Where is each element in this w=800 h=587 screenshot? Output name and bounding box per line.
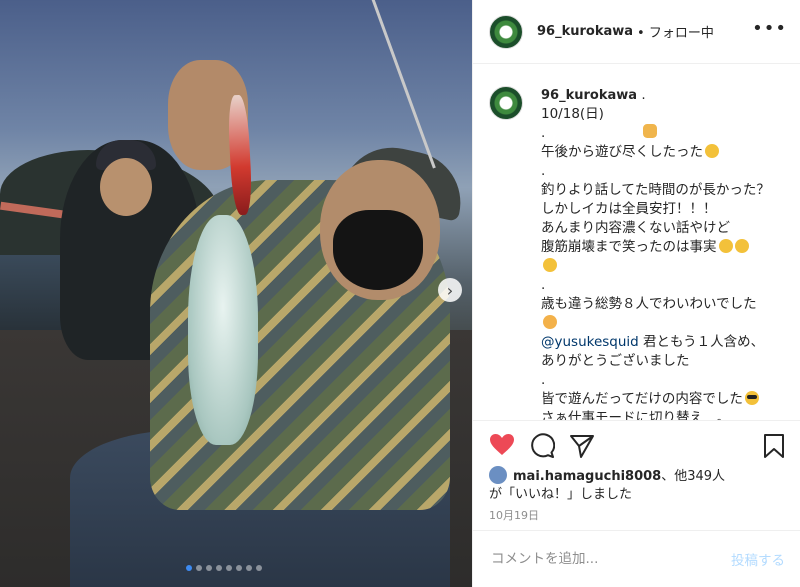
bookmark-icon[interactable] bbox=[763, 433, 785, 463]
caption-line: あんまり内容濃くない話やけど bbox=[541, 220, 730, 236]
caption-line: . bbox=[541, 163, 546, 179]
post-header: 96_kurokawa • フォロー中 ••• bbox=[473, 0, 800, 64]
caption-line: 皆で遊んだってだけの内容でした bbox=[541, 390, 771, 409]
carousel-dot bbox=[206, 565, 212, 571]
caption-line: 午後から遊び尽くしたった bbox=[541, 143, 771, 162]
caption-line: しかしイカは全員安打！！！ bbox=[541, 201, 717, 217]
liker-avatar[interactable] bbox=[489, 466, 507, 484]
post-side-panel: 96_kurokawa • フォロー中 ••• 96_kurokawa . 10… bbox=[472, 0, 800, 587]
likes-summary: mai.hamaguchi8008、他349人 が「いいね！」しました bbox=[489, 466, 725, 504]
carousel-dot bbox=[246, 565, 252, 571]
squid bbox=[188, 215, 258, 445]
comment-box: 投稿する bbox=[473, 530, 800, 587]
carousel-dot bbox=[186, 565, 192, 571]
clap-emoji-icon bbox=[643, 124, 657, 138]
grin-emoji-icon bbox=[705, 144, 719, 158]
post-photo: › bbox=[0, 0, 472, 587]
carousel-dot bbox=[216, 565, 222, 571]
carousel-dot bbox=[196, 565, 202, 571]
avatar[interactable] bbox=[489, 14, 523, 49]
caption-username[interactable]: 96_kurokawa bbox=[541, 88, 637, 103]
mention-link[interactable]: @yusukesquid bbox=[541, 334, 639, 350]
send-icon[interactable] bbox=[569, 433, 595, 463]
carousel-dot bbox=[226, 565, 232, 571]
caption-line: @yusukesquid 君ともう１人含め、 bbox=[541, 334, 765, 350]
person-left-face bbox=[100, 158, 152, 216]
carousel-dot bbox=[256, 565, 262, 571]
caption-line: さぁ仕事モードに切り替え…。 bbox=[541, 410, 730, 420]
rofl-emoji-icon bbox=[734, 239, 749, 253]
header-username[interactable]: 96_kurokawa bbox=[537, 24, 633, 39]
caption-line: . bbox=[541, 277, 546, 293]
fishing-rod bbox=[368, 0, 436, 169]
post-comment-button[interactable]: 投稿する bbox=[731, 549, 785, 569]
carousel-next-button[interactable]: › bbox=[438, 278, 462, 302]
caption-date: 10/18(日) bbox=[541, 106, 604, 122]
follow-status[interactable]: • フォロー中 bbox=[637, 22, 714, 41]
comment-icon[interactable] bbox=[529, 433, 556, 463]
likes-others[interactable]: 、他349人 bbox=[661, 469, 725, 484]
caption-avatar[interactable] bbox=[489, 86, 523, 120]
rofl-emoji-icon bbox=[543, 258, 557, 272]
caption-line: ありがとうございました bbox=[541, 124, 771, 371]
caption-area: 96_kurokawa . 10/18(日) . 午後から遊び尽くしたった . … bbox=[473, 64, 800, 420]
heart-filled-icon[interactable] bbox=[489, 433, 515, 461]
caption-line: . bbox=[541, 372, 546, 388]
face-mask bbox=[333, 210, 423, 290]
more-horizontal-icon[interactable]: ••• bbox=[752, 18, 787, 39]
caption-line: 歳も違う総勢８人でわいわいでした bbox=[541, 295, 771, 333]
action-bar bbox=[473, 420, 800, 469]
chevron-right-icon: › bbox=[446, 280, 454, 300]
rofl-emoji-icon bbox=[718, 239, 733, 253]
blush-emoji-icon bbox=[543, 315, 557, 329]
caption-line: 腹筋崩壊まで笑ったのは事実 bbox=[541, 238, 771, 276]
comment-input[interactable] bbox=[489, 550, 731, 568]
post-date[interactable]: 10月19日 bbox=[489, 507, 539, 523]
carousel-dot bbox=[236, 565, 242, 571]
liker-username[interactable]: mai.hamaguchi8008 bbox=[513, 469, 661, 484]
caption-line: 釣りより話してた時間のが長かった？ bbox=[541, 182, 770, 198]
likes-suffix: が「いいね！」しました bbox=[489, 487, 633, 502]
sunglasses-emoji-icon bbox=[744, 391, 759, 405]
carousel-dots bbox=[186, 565, 262, 571]
